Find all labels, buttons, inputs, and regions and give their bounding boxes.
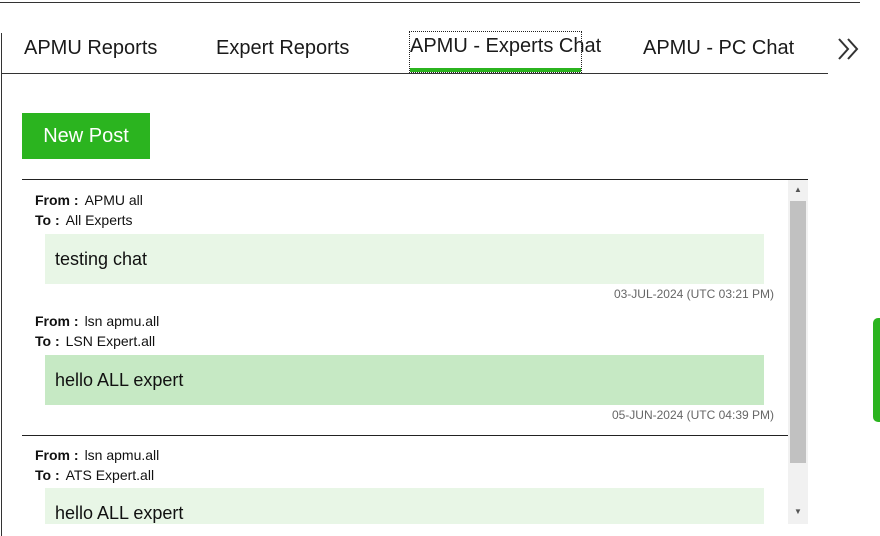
message-to: To : LSN Expert.all (35, 332, 155, 350)
to-label: To : (35, 212, 60, 228)
triangle-down-icon[interactable]: ▼ (788, 502, 808, 522)
chat-message-list[interactable]: From : APMU all To : All Experts testing c… (22, 179, 808, 524)
top-divider (0, 2, 860, 3)
side-panel-tab[interactable] (873, 318, 880, 422)
from-value: lsn apmu.all (84, 313, 160, 329)
tab-label: Expert Reports (216, 37, 350, 59)
tab-apmu-reports[interactable]: APMU Reports (24, 32, 157, 72)
to-label: To : (35, 333, 60, 349)
message-to: To : ATS Expert.all (35, 466, 154, 484)
chat-scrollbar[interactable]: ▲ ▼ (788, 180, 808, 524)
to-value: ATS Expert.all (65, 467, 155, 483)
left-border (1, 33, 2, 536)
tab-apmu-experts-chat[interactable]: APMU - Experts Chat (409, 31, 601, 73)
active-tab-indicator (410, 68, 581, 72)
new-post-button[interactable]: New Post (22, 113, 150, 159)
message-bubble: hello ALL expert (45, 488, 764, 524)
message-to: To : All Experts (35, 211, 133, 229)
double-chevron-right-icon[interactable] (836, 36, 862, 62)
from-value: APMU all (84, 192, 143, 208)
from-value: lsn apmu.all (84, 447, 160, 463)
from-label: From : (35, 192, 79, 208)
message-bubble: testing chat (45, 234, 764, 284)
tab-bar: APMU Reports Expert Reports APMU - Exper… (2, 31, 828, 74)
to-label: To : (35, 467, 60, 483)
message-from: From : lsn apmu.all (35, 446, 159, 464)
tab-label: APMU - Experts Chat (410, 35, 602, 57)
message-from: From : APMU all (35, 191, 143, 209)
from-label: From : (35, 313, 79, 329)
scroll-thumb[interactable] (790, 201, 806, 463)
message-from: From : lsn apmu.all (35, 312, 159, 330)
message-bubble: hello ALL expert (45, 355, 764, 405)
triangle-up-icon[interactable]: ▲ (788, 180, 808, 200)
message-timestamp: 03-JUL-2024 (UTC 03:21 PM) (613, 287, 774, 301)
to-value: All Experts (65, 212, 133, 228)
tab-label: APMU Reports (24, 37, 158, 59)
from-label: From : (35, 447, 79, 463)
message-timestamp: 05-JUN-2024 (UTC 04:39 PM) (611, 408, 774, 422)
message-divider (22, 435, 788, 436)
to-value: LSN Expert.all (65, 333, 156, 349)
tab-apmu-pc-chat[interactable]: APMU - PC Chat (643, 32, 794, 72)
tab-label: APMU - PC Chat (643, 37, 795, 59)
tab-expert-reports[interactable]: Expert Reports (216, 32, 349, 72)
